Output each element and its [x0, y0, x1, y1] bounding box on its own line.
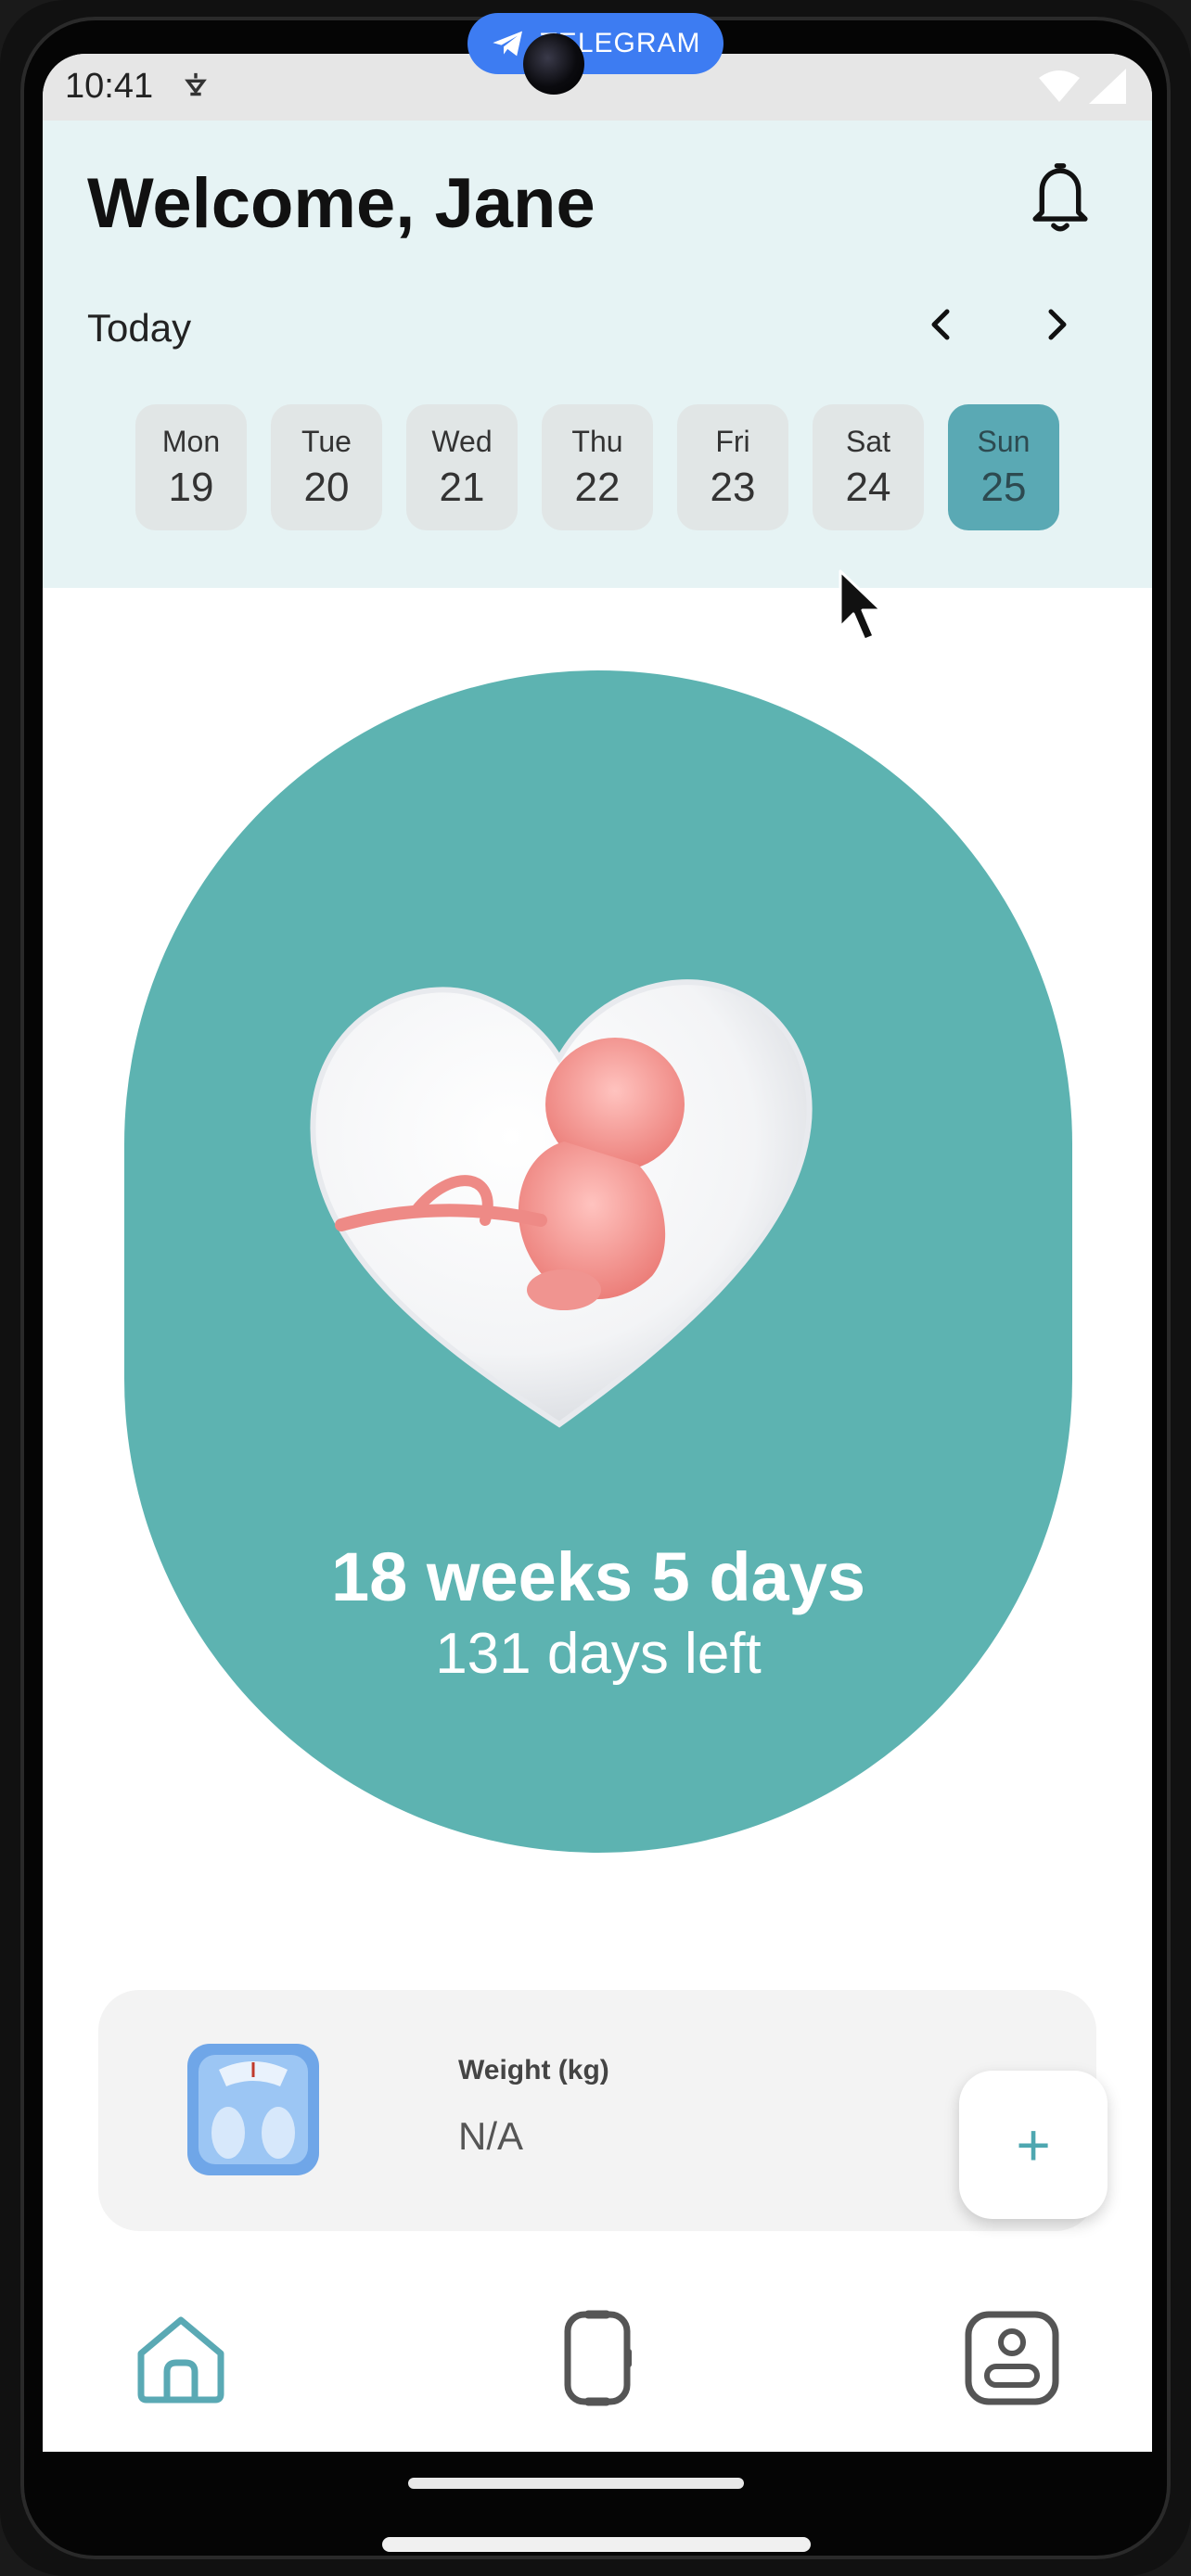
day-date: 19: [168, 464, 214, 510]
day-sat[interactable]: Sat 24: [813, 404, 924, 530]
day-date: 20: [303, 464, 350, 510]
status-time: 10:41: [65, 67, 154, 106]
today-label: Today: [87, 306, 192, 350]
chevron-left-icon: [931, 309, 950, 340]
chevron-right-icon: [1048, 309, 1067, 340]
telegram-icon: [493, 31, 523, 57]
gesture-bar[interactable]: [408, 2478, 744, 2489]
home-indicator: [382, 2537, 811, 2552]
day-thu[interactable]: Thu 22: [542, 404, 653, 530]
day-sun-selected[interactable]: Sun 25: [948, 404, 1059, 530]
signal-icon: [1089, 69, 1126, 104]
telegram-overlay-badge[interactable]: TELEGRAM: [467, 13, 724, 74]
add-weight-button[interactable]: +: [959, 2071, 1108, 2219]
plus-icon: +: [1016, 2111, 1051, 2178]
day-date: 24: [845, 464, 891, 510]
previous-week-button[interactable]: [913, 297, 968, 352]
day-name: Thu: [571, 424, 623, 458]
weight-value: N/A: [458, 2114, 524, 2158]
profile-icon[interactable]: [961, 2307, 1063, 2409]
front-camera: [523, 33, 584, 95]
wifi-icon: [1039, 70, 1080, 102]
pregnancy-weeks-text: 18 weeks 5 days: [331, 1538, 865, 1615]
day-name: Tue: [301, 424, 352, 458]
welcome-title: Welcome, Jane: [87, 164, 596, 243]
notification-status-icon: [185, 72, 207, 96]
day-date: 25: [980, 464, 1027, 510]
day-name: Fri: [715, 424, 750, 458]
weight-label: Weight (kg): [458, 2055, 609, 2085]
watch-icon[interactable]: [551, 2307, 644, 2409]
week-day-selector: Mon 19 Tue 20 Wed 21 Thu 22 Fri 23 Sat 2…: [135, 404, 1059, 530]
status-icons: [1039, 69, 1126, 104]
day-name: Sat: [845, 424, 891, 458]
day-tue[interactable]: Tue 20: [271, 404, 382, 530]
day-name: Sun: [977, 424, 1031, 458]
day-date: 22: [574, 464, 621, 510]
day-wed[interactable]: Wed 21: [406, 404, 518, 530]
day-name: Wed: [431, 424, 493, 458]
day-fri[interactable]: Fri 23: [677, 404, 788, 530]
bell-icon[interactable]: [1020, 156, 1100, 236]
day-name: Mon: [161, 424, 221, 458]
days-left-text: 131 days left: [435, 1622, 762, 1686]
scale-icon: [187, 2044, 319, 2175]
day-mon[interactable]: Mon 19: [135, 404, 247, 530]
next-week-button[interactable]: [1030, 297, 1085, 352]
mouse-cursor-icon: [839, 569, 883, 642]
home-icon[interactable]: [130, 2307, 232, 2409]
app-screen: 10:41 Welcome, Jane Today Mon 19 Tue 20 …: [43, 54, 1152, 2452]
day-date: 23: [710, 464, 756, 510]
day-date: 21: [439, 464, 485, 510]
fetus-heart-illustration: [310, 979, 813, 1428]
